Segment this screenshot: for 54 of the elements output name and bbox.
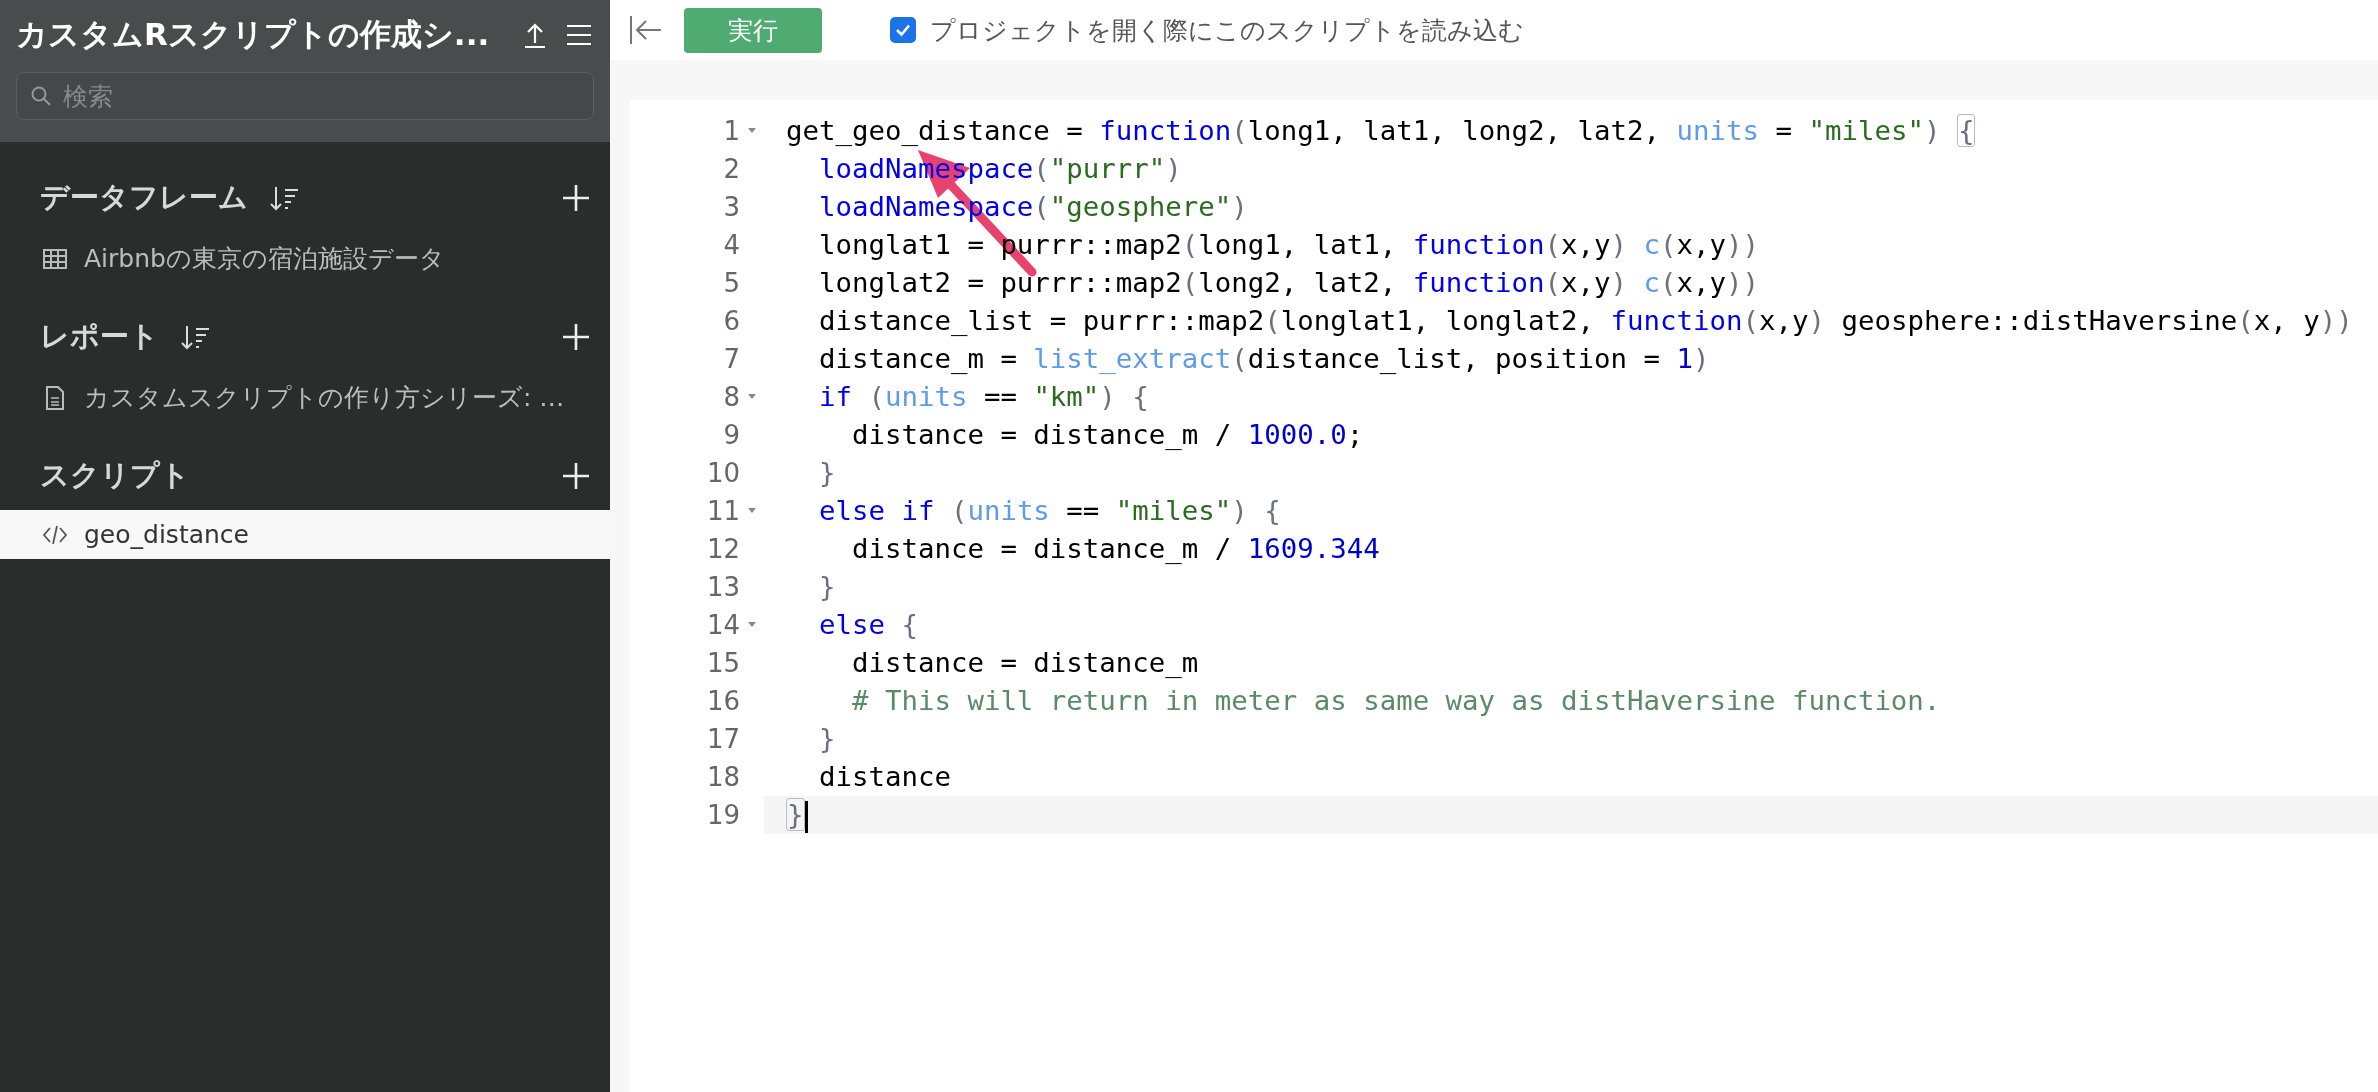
code-line: distance xyxy=(817,760,952,794)
project-title: カスタムRスクリプトの作成シ... xyxy=(16,15,491,54)
code-line: else if (units == "miles") { xyxy=(817,494,1282,528)
line-number: 11 xyxy=(705,496,740,526)
line-number: 1 xyxy=(722,116,740,146)
code-line: distance = distance_m / 1000.0; xyxy=(850,418,1365,452)
line-number: 5 xyxy=(722,268,740,298)
code-line: distance = distance_m xyxy=(850,646,1200,680)
code-line: distance = distance_m / 1609.344 xyxy=(850,532,1381,566)
add-icon[interactable] xyxy=(562,184,590,212)
sort-icon[interactable] xyxy=(270,184,300,212)
fold-icon[interactable] xyxy=(747,621,757,629)
line-number: 13 xyxy=(705,572,740,602)
line-number: 10 xyxy=(705,458,740,488)
line-number: 17 xyxy=(705,724,740,754)
add-icon[interactable] xyxy=(562,323,590,351)
code-line: } xyxy=(817,456,837,490)
line-number: 14 xyxy=(705,610,740,640)
sidebar-item[interactable]: カスタムスクリプトの作り方シリーズ: … xyxy=(0,371,610,424)
fold-icon[interactable] xyxy=(747,127,757,135)
line-number: 6 xyxy=(722,306,740,336)
fold-icon[interactable] xyxy=(747,393,757,401)
section-title: データフレーム xyxy=(40,179,248,216)
line-number: 18 xyxy=(705,762,740,792)
code-line: get_geo_distance = function(long1, lat1, long2, lat2, units = "miles") { xyxy=(785,113,1977,149)
code-line: } xyxy=(817,722,837,756)
fold-icon[interactable] xyxy=(747,507,757,515)
sidebar-item[interactable]: geo_distance xyxy=(0,510,610,559)
checkbox-label[interactable]: プロジェクトを開く際にこのスクリプトを読み込む xyxy=(930,13,1524,47)
code-editor[interactable] xyxy=(630,100,2378,1092)
line-number: 2 xyxy=(722,154,740,184)
search-field[interactable]: 検索 xyxy=(16,72,594,120)
code-line: distance_list = purrr::map2(longlat1, longlat2, function(x,y) geosphere::distHaversine(x, y)) xyxy=(817,304,2354,338)
line-number: 7 xyxy=(722,344,740,374)
code-line: else { xyxy=(817,608,919,642)
line-number: 16 xyxy=(705,686,740,716)
section-title: スクリプト xyxy=(40,457,190,494)
line-number: 8 xyxy=(722,382,740,412)
code-line: longlat2 = purrr::map2(long2, lat2, function(x,y) c(x,y)) xyxy=(817,266,1761,300)
sort-icon[interactable] xyxy=(181,323,211,351)
section-title: レポート xyxy=(40,318,159,355)
line-number: 19 xyxy=(705,800,740,830)
code-line: if (units == "km") { xyxy=(817,380,1150,414)
line-number: 4 xyxy=(722,230,740,260)
checkbox[interactable] xyxy=(890,17,916,43)
line-number: 15 xyxy=(705,648,740,678)
line-number: 9 xyxy=(722,420,740,450)
code-line: distance_m = list_extract(distance_list, position = 1) xyxy=(817,342,1711,376)
line-number: 3 xyxy=(722,192,740,222)
line-number: 12 xyxy=(705,534,740,564)
sidebar-item[interactable]: Airbnbの東京の宿泊施設データ xyxy=(0,232,610,285)
add-icon[interactable] xyxy=(562,462,590,490)
code-line: # This will return in meter as same way as distHaversine function. xyxy=(850,684,1942,718)
code-line: } xyxy=(817,570,837,604)
